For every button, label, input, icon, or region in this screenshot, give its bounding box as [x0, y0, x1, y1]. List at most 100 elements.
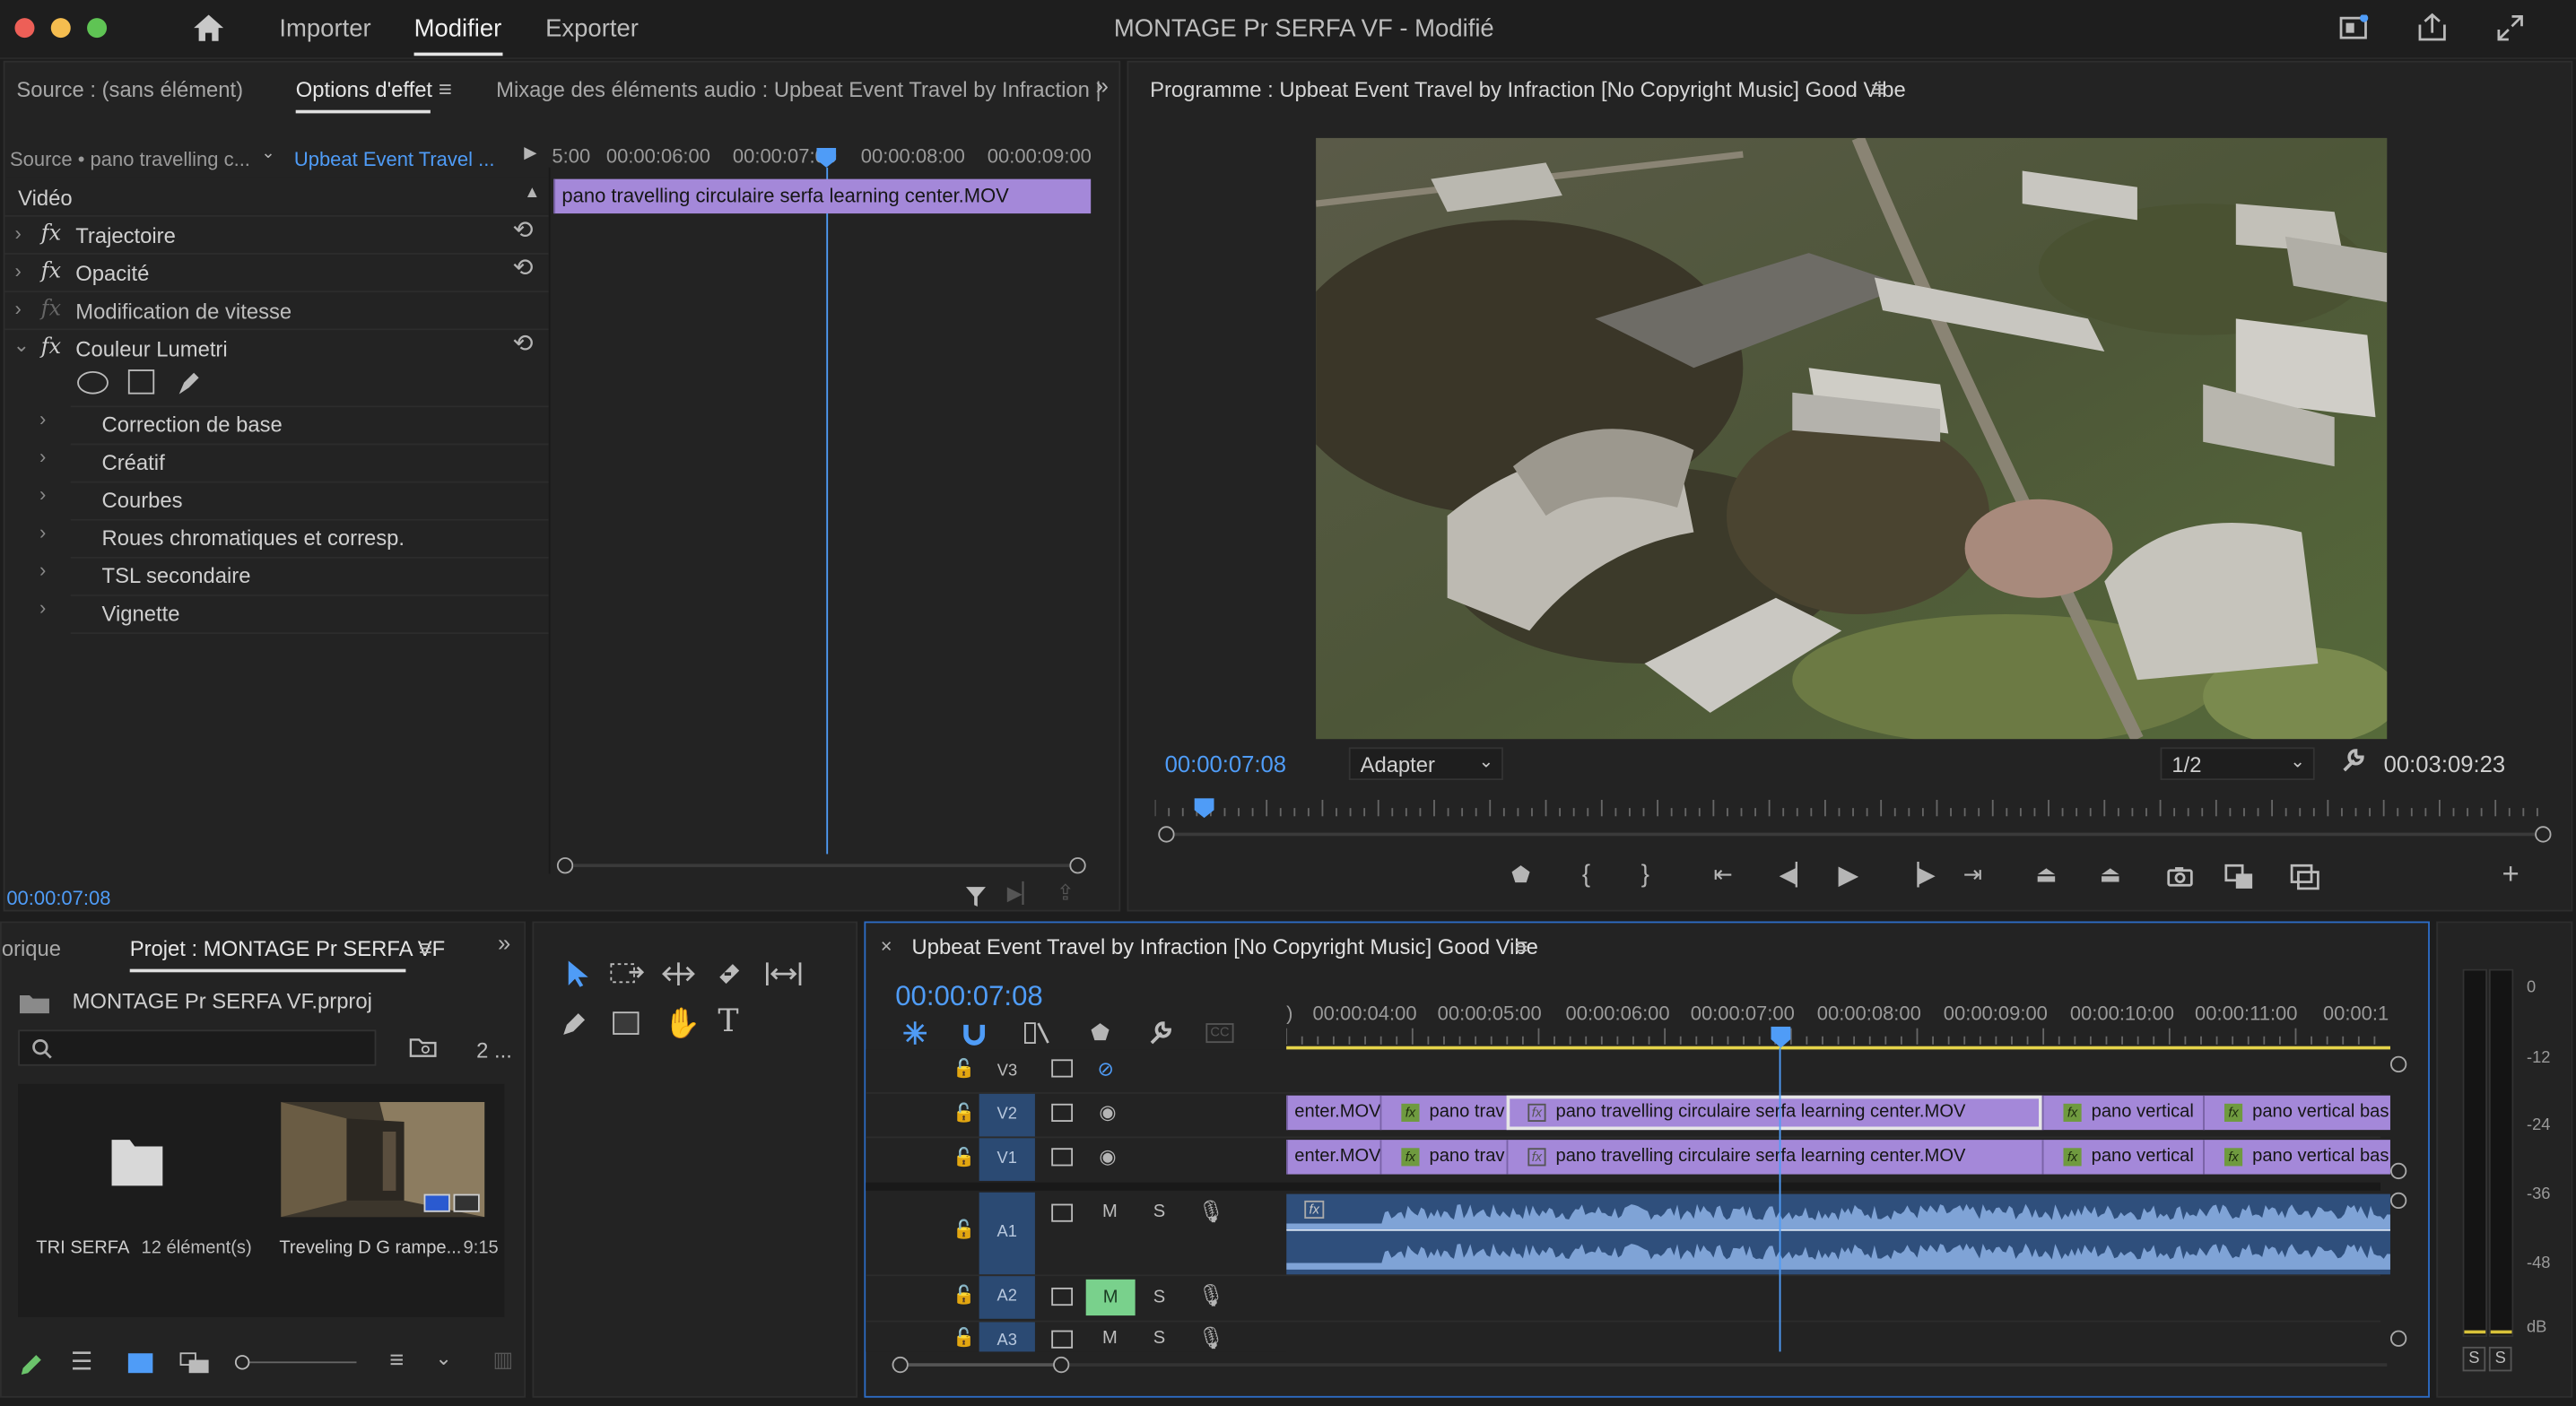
scrubber-ruler[interactable]	[1154, 796, 2542, 820]
expand-arrow-icon[interactable]: ›	[39, 521, 46, 544]
effect-trajectoire[interactable]: Trajectoire	[75, 223, 176, 247]
rectangle-mask-icon[interactable]	[127, 369, 155, 395]
sequence-title[interactable]: Upbeat Event Travel by Infraction [No Co…	[912, 934, 1538, 959]
camera-icon[interactable]	[2167, 865, 2193, 887]
wrench-icon[interactable]	[1146, 1020, 1172, 1046]
tab-history[interactable]: orique	[2, 936, 61, 960]
effect-timecode[interactable]: 00:00:07:08	[6, 887, 110, 910]
tab-source[interactable]: Source : (sans élément)	[16, 77, 243, 101]
lock-icon[interactable]: 🔓	[953, 1146, 975, 1167]
meter-solo-right[interactable]: S	[2488, 1346, 2512, 1372]
mark-in-icon[interactable]: {	[1582, 861, 1590, 889]
sort-icon[interactable]: ≡	[389, 1347, 404, 1375]
lock-icon[interactable]: 🔓	[953, 1327, 975, 1349]
zoom-scrollbar[interactable]	[556, 857, 1086, 874]
sync-lock-icon[interactable]	[1051, 1103, 1074, 1122]
play-icon[interactable]: ▶	[1839, 859, 1859, 892]
reset-icon[interactable]: ⟲	[512, 328, 533, 358]
eye-icon[interactable]: ◉	[1099, 1145, 1116, 1168]
program-timecode[interactable]: 00:00:07:08	[1165, 751, 1286, 777]
video-frame[interactable]	[1316, 137, 2388, 740]
mute-button-active[interactable]: M	[1085, 1279, 1136, 1316]
reset-icon[interactable]: ⟲	[512, 253, 533, 282]
microphone-icon[interactable]: 🎙	[1197, 1325, 1224, 1351]
solo-button[interactable]: S	[1153, 1202, 1165, 1222]
type-tool-icon[interactable]: T	[718, 1003, 738, 1039]
mark-out-icon[interactable]: }	[1641, 861, 1649, 889]
clip-v2[interactable]: fx pano vertical	[2041, 1095, 2204, 1131]
add-marker-icon[interactable]: ⬟	[1511, 863, 1530, 889]
audio-clip-a1[interactable]: fx	[1286, 1193, 2390, 1275]
track-v2-button[interactable]: V2	[979, 1093, 1035, 1137]
lock-icon[interactable]: 🔓	[953, 1102, 975, 1124]
selection-tool-icon[interactable]	[563, 959, 593, 989]
chevron-expand-icon[interactable]: »	[498, 930, 510, 956]
clip-v2-selected[interactable]: fx pano travelling circulaire serfa learn…	[1506, 1095, 2042, 1131]
track-select-tool-icon[interactable]	[610, 959, 646, 989]
go-to-in-icon[interactable]: ⇤	[1713, 861, 1732, 889]
vertical-scroll-handle[interactable]	[2389, 1192, 2407, 1210]
hand-tool-icon[interactable]: ✋	[664, 1007, 701, 1041]
clip-thumbnail[interactable]	[281, 1102, 485, 1218]
ellipse-mask-icon[interactable]	[77, 370, 109, 395]
expand-arrow-icon[interactable]: ›	[14, 298, 21, 321]
play-audio-icon[interactable]: ▶▏	[1007, 882, 1038, 906]
lumetri-section[interactable]: Correction de base	[102, 412, 283, 437]
lumetri-section[interactable]: TSL secondaire	[102, 563, 251, 587]
tab-project[interactable]: Projet : MONTAGE Pr SERFA VF	[130, 936, 446, 960]
effect-clip-bar[interactable]: pano travelling circulaire serfa learnin…	[553, 178, 1092, 214]
timeline-ruler[interactable]: ) 00:00:04:00 00:00:05:00 00:00:06:00 00…	[1286, 999, 2390, 1048]
zoom-slider[interactable]	[234, 1353, 357, 1373]
timeline-scrollbar[interactable]	[892, 1355, 2390, 1375]
captions-icon[interactable]: CC	[1205, 1023, 1234, 1044]
rectangle-tool-icon[interactable]	[613, 1011, 640, 1035]
clip-v1[interactable]: fx pano vertical	[2041, 1140, 2204, 1175]
effect-lumetri[interactable]: Couleur Lumetri	[75, 336, 227, 360]
lock-icon[interactable]: 🔓	[953, 1219, 975, 1240]
minimize-window-button[interactable]	[50, 18, 71, 39]
proxy-icon[interactable]	[2290, 864, 2319, 890]
sync-lock-icon[interactable]	[1051, 1330, 1074, 1349]
timeline-timecode[interactable]: 00:00:07:08	[895, 980, 1043, 1013]
go-to-out-icon[interactable]: ⇥	[1963, 861, 1982, 889]
lift-icon[interactable]: ⏏	[2035, 861, 2057, 889]
play-triangle-icon[interactable]: ▶	[524, 144, 536, 162]
panel-menu-icon[interactable]: ≡	[1515, 933, 1528, 959]
icon-view-icon[interactable]	[127, 1353, 153, 1374]
clip-v2[interactable]: fx pano vertical bas	[2203, 1095, 2390, 1131]
expand-arrow-icon[interactable]: ›	[39, 445, 46, 468]
export-icon[interactable]: ⇪	[1057, 881, 1075, 907]
close-window-button[interactable]	[14, 18, 35, 39]
ripple-edit-tool-icon[interactable]	[660, 959, 696, 989]
extract-icon[interactable]: ⏏	[2100, 861, 2121, 889]
tab-effect-options[interactable]: Options d'effet	[296, 77, 432, 101]
solo-button[interactable]: S	[1153, 1329, 1165, 1349]
expand-arrow-icon[interactable]: ›	[14, 259, 21, 282]
mute-button[interactable]: M	[1102, 1329, 1118, 1349]
lumetri-section[interactable]: Vignette	[102, 601, 180, 625]
fit-dropdown[interactable]: Adapter ⌄	[1348, 747, 1503, 781]
zoom-window-button[interactable]	[87, 18, 108, 39]
pencil-icon[interactable]	[18, 1351, 44, 1377]
share-icon[interactable]	[2416, 12, 2448, 43]
pen-mask-icon[interactable]	[174, 368, 204, 397]
panel-menu-icon[interactable]: ≡	[1871, 75, 1884, 101]
eye-hidden-icon[interactable]: ⊘	[1098, 1058, 1114, 1081]
track-a3-button[interactable]: A3	[979, 1322, 1035, 1352]
fullscreen-icon[interactable]	[2495, 13, 2525, 43]
expand-arrow-icon[interactable]: ›	[14, 221, 21, 245]
reset-icon[interactable]: ⟲	[512, 215, 533, 245]
collapse-arrow-icon[interactable]: ▲	[524, 184, 540, 202]
clip-v1[interactable]: fx pano vertical bas	[2203, 1140, 2390, 1175]
close-tab-icon[interactable]: ×	[881, 934, 892, 958]
clip-v2[interactable]: enter.MOV	[1286, 1095, 1380, 1131]
microphone-icon[interactable]: 🎙	[1197, 1199, 1224, 1225]
tab-audio-mixer[interactable]: Mixage des éléments audio : Upbeat Event…	[496, 77, 1101, 101]
bin-thumbnail[interactable]	[83, 1120, 176, 1205]
nav-modifier[interactable]: Modifier	[414, 14, 502, 42]
lumetri-section[interactable]: Courbes	[102, 488, 183, 512]
nav-exporter[interactable]: Exporter	[545, 14, 639, 42]
bin-name[interactable]: TRI SERFA	[36, 1238, 129, 1258]
clip-v1[interactable]: enter.MOV	[1286, 1140, 1380, 1175]
meter-solo-left[interactable]: S	[2462, 1346, 2486, 1372]
